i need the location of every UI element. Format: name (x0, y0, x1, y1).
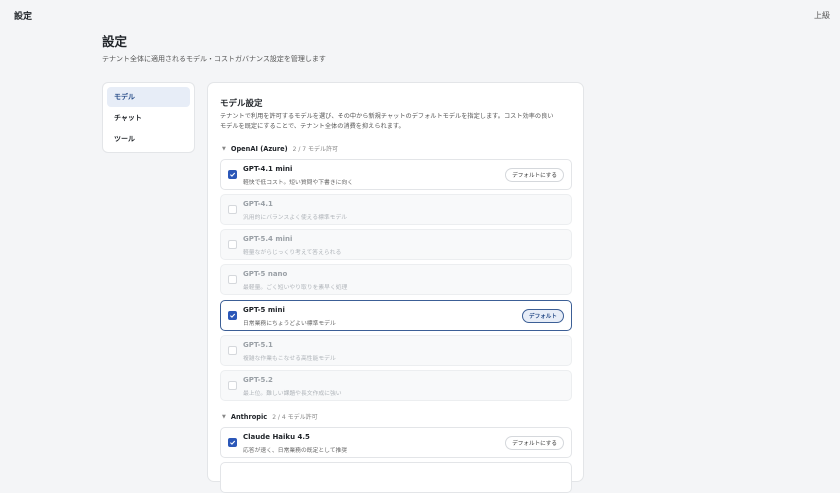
model-description: 応答が速く、日常業務の既定として推奨 (243, 448, 348, 454)
model-card[interactable]: GPT-4.1 mini 軽快で低コスト。短い質問や下書きに向く デフォルトにす… (220, 159, 572, 190)
group-name: Anthropic (230, 412, 268, 421)
top-bar: 設定 上級 (0, 0, 840, 30)
group-name: OpenAI (Azure) (230, 144, 288, 153)
model-description: 最軽量。ごく短いやり取りを素早く処理 (243, 285, 348, 291)
model-card[interactable]: GPT-5.4 mini 軽量ながらじっくり考えて答えられる (220, 229, 572, 260)
page-header: 設定 テナント全体に適用されるモデル・コストガバナンス設定を管理します (102, 34, 326, 64)
panel-description: テナントで利用を許可するモデルを選び、その中から新規チャットのデフォルトモデルを… (220, 112, 575, 132)
panel-title: モデル設定 (220, 99, 263, 109)
model-card[interactable]: GPT-5.1 複雑な作業もこなせる高性能モデル (220, 335, 572, 366)
model-card[interactable]: GPT-4.1 汎用的にバランスよく使える標準モデル (220, 194, 572, 225)
checkbox[interactable] (228, 438, 237, 447)
checkbox[interactable] (228, 240, 237, 249)
model-name: GPT-4.1 (243, 200, 273, 208)
chevron-down-icon: ▼ (222, 145, 226, 152)
description-line: モデルを既定にすることで、テナント全体の消費を抑えられます。 (220, 123, 405, 130)
model-description: 軽量ながらじっくり考えて答えられる (243, 250, 342, 256)
page-subtitle: テナント全体に適用されるモデル・コストガバナンス設定を管理します (102, 55, 326, 63)
settings-sidebar: モデル チャット ツール (102, 82, 195, 153)
model-card[interactable]: Claude Haiku 4.5 応答が速く、日常業務の既定として推奨 デフォル… (220, 427, 572, 458)
model-description: 軽快で低コスト。短い質問や下書きに向く (243, 180, 354, 186)
group-count: 2 / 4 モデル許可 (272, 414, 318, 421)
model-card[interactable]: GPT-5.2 最上位。難しい課題や長文作成に強い (220, 370, 572, 401)
model-name: GPT-5 nano (243, 270, 288, 278)
sidebar-item-models[interactable]: モデル (107, 87, 190, 107)
page-title: 設定 (102, 34, 128, 49)
checkbox[interactable] (228, 346, 237, 355)
set-default-button[interactable]: デフォルトにする (505, 168, 564, 182)
sidebar-item-tools[interactable]: ツール (107, 129, 190, 149)
model-name: GPT-5.2 (243, 376, 273, 384)
model-name: GPT-4.1 mini (243, 165, 293, 173)
checkbox[interactable] (228, 170, 237, 179)
model-card-default[interactable]: GPT-5 mini 日常業務にちょうどよい標準モデル デフォルト (220, 300, 572, 331)
group-header-anthropic[interactable]: ▼ Anthropic 2 / 4 モデル許可 (222, 412, 318, 422)
check-icon (230, 172, 236, 177)
model-description: 複雑な作業もこなせる高性能モデル (243, 356, 336, 362)
model-card-partial[interactable] (220, 462, 572, 493)
checkbox[interactable] (228, 205, 237, 214)
checkbox[interactable] (228, 381, 237, 390)
model-name: Claude Haiku 4.5 (243, 433, 310, 441)
model-description: 最上位。難しい課題や長文作成に強い (243, 391, 342, 397)
checkbox[interactable] (228, 311, 237, 320)
checkbox[interactable] (228, 275, 237, 284)
chevron-down-icon: ▼ (222, 413, 226, 420)
default-badge-button[interactable]: デフォルト (522, 309, 564, 323)
group-header-openai[interactable]: ▼ OpenAI (Azure) 2 / 7 モデル許可 (222, 144, 338, 154)
model-name: GPT-5 mini (243, 306, 285, 314)
model-card[interactable]: GPT-5 nano 最軽量。ごく短いやり取りを素早く処理 (220, 264, 572, 295)
model-description: 汎用的にバランスよく使える標準モデル (243, 215, 348, 221)
top-link[interactable]: 上級 (814, 10, 830, 21)
model-description: 日常業務にちょうどよい標準モデル (243, 321, 336, 327)
model-name: GPT-5.1 (243, 341, 273, 349)
description-line: テナントで利用を許可するモデルを選び、その中から新規チャットのデフォルトモデルを… (220, 113, 554, 120)
group-count: 2 / 7 モデル許可 (292, 146, 338, 153)
check-icon (230, 313, 236, 318)
set-default-button[interactable]: デフォルトにする (505, 436, 564, 450)
model-name: GPT-5.4 mini (243, 235, 293, 243)
sidebar-item-chat[interactable]: チャット (107, 108, 190, 128)
app-title: 設定 (14, 11, 33, 22)
check-icon (230, 440, 236, 445)
model-settings-panel: モデル設定 テナントで利用を許可するモデルを選び、その中から新規チャットのデフォ… (207, 82, 584, 493)
